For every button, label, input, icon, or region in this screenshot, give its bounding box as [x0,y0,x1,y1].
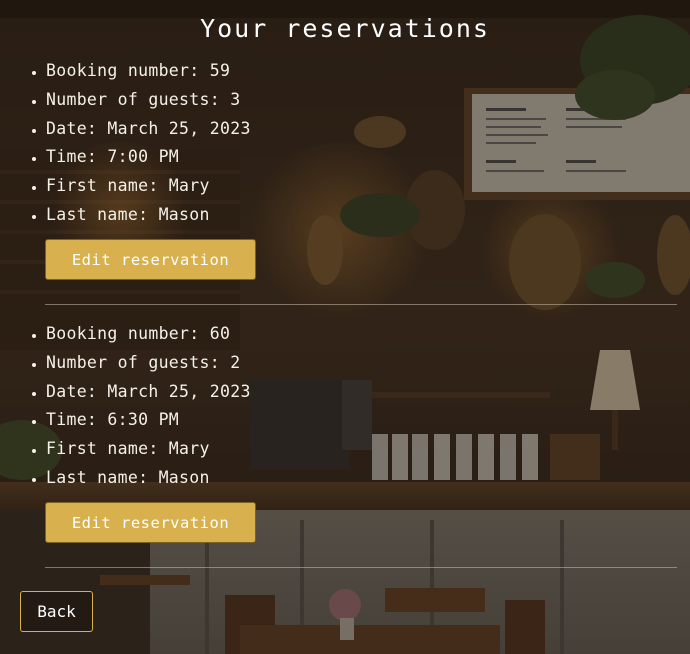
reservations-page: Your reservations Booking number: 59 Num… [0,0,690,654]
edit-reservation-button[interactable]: Edit reservation [45,239,256,280]
number-of-guests: Number of guests: 2 [46,349,690,378]
reservation-time: Time: 7:00 PM [46,143,690,172]
first-name: First name: Mary [46,172,690,201]
booking-number: Booking number: 60 [46,320,690,349]
reservation-card: Booking number: 59 Number of guests: 3 D… [0,57,690,230]
reservation-date: Date: March 25, 2023 [46,378,690,407]
page-title: Your reservations [200,14,490,43]
last-name: Last name: Mason [46,201,690,230]
first-name: First name: Mary [46,435,690,464]
reservation-card: Booking number: 60 Number of guests: 2 D… [0,320,690,493]
back-button[interactable]: Back [20,591,93,632]
reservation-date: Date: March 25, 2023 [46,115,690,144]
reservation-divider [45,304,677,305]
edit-reservation-button[interactable]: Edit reservation [45,502,256,543]
booking-number: Booking number: 59 [46,57,690,86]
last-name: Last name: Mason [46,464,690,493]
reservation-details-list: Booking number: 60 Number of guests: 2 D… [0,320,690,493]
reservation-details-list: Booking number: 59 Number of guests: 3 D… [0,57,690,230]
reservation-divider [45,567,677,568]
number-of-guests: Number of guests: 3 [46,86,690,115]
reservation-time: Time: 6:30 PM [46,406,690,435]
